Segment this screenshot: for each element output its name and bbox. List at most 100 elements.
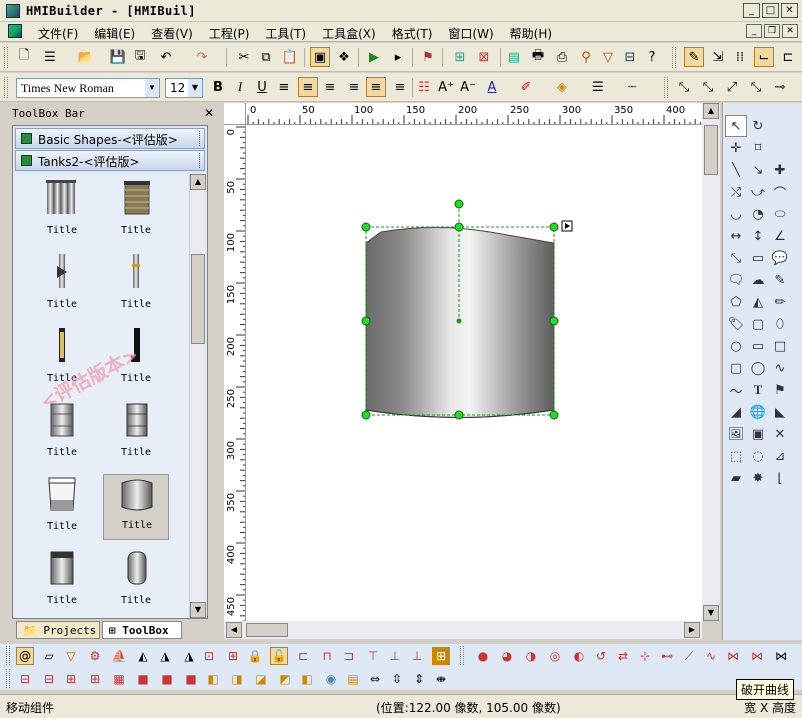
select-mode-icon[interactable]: ⇲	[708, 47, 728, 67]
scroll-thumb[interactable]	[191, 254, 205, 344]
pointer-icon[interactable]: ↖	[725, 115, 747, 137]
order-6-icon[interactable]: ■	[134, 670, 152, 688]
arrow-line-icon[interactable]: ↘	[747, 159, 769, 181]
resize-handle[interactable]	[361, 222, 371, 232]
menu-window[interactable]: 窗口(W)	[440, 25, 501, 42]
document-icon[interactable]	[8, 24, 22, 38]
close-button[interactable]: ✕	[781, 3, 798, 18]
pin-icon[interactable]: ◣	[769, 401, 791, 423]
align-icon[interactable]: ⊏	[778, 47, 798, 67]
shape-rect-icon[interactable]: ▱	[40, 647, 58, 665]
order-icon[interactable]: ⊟	[16, 670, 34, 688]
unlock-icon[interactable]: 🔓	[270, 647, 288, 665]
toolbox-item[interactable]: Title	[29, 178, 95, 244]
scroll-down-icon[interactable]: ▼	[190, 602, 206, 618]
smooth-icon[interactable]: ⋈	[724, 647, 742, 665]
new-file-icon[interactable]: 🗋	[14, 47, 34, 67]
align-right-icon[interactable]: ⊐	[340, 647, 358, 665]
cloud-icon[interactable]: ☁	[747, 269, 769, 291]
arc-open-icon[interactable]: ◡	[725, 203, 747, 225]
line-style-icon[interactable]: ┄	[622, 77, 642, 97]
ungroup-icon[interactable]: ⊞	[224, 647, 242, 665]
backward-icon[interactable]: ◩	[276, 670, 294, 688]
fill-color-icon[interactable]: ◈	[552, 77, 572, 97]
doc-restore-button[interactable]: ❐	[764, 24, 780, 38]
menu-tools[interactable]: 工具(T)	[257, 25, 314, 42]
valign-bottom-icon[interactable]: ≡	[366, 77, 386, 97]
doc-minimize-button[interactable]: _	[746, 24, 762, 38]
subtract-icon[interactable]: ◕	[498, 647, 516, 665]
filter-icon[interactable]: ▽	[598, 47, 618, 67]
scroll-thumb[interactable]	[246, 623, 288, 637]
align-top-icon[interactable]: ⊤	[364, 647, 382, 665]
dimension-v-icon[interactable]: ↕	[747, 225, 769, 247]
run-debug-icon[interactable]: ▸	[388, 47, 408, 67]
close-shape-icon[interactable]: ✕	[769, 423, 791, 445]
lasso-icon[interactable]: ◌	[747, 445, 769, 467]
copy-icon[interactable]: ⧉	[256, 47, 276, 67]
toolbox-item-selected[interactable]: Title	[103, 474, 169, 540]
align-left-icon[interactable]: ⊏	[294, 647, 312, 665]
undo-icon[interactable]: ↶	[156, 47, 176, 67]
arc-icon[interactable]: ⌒	[769, 181, 791, 203]
menu-help[interactable]: 帮助(H)	[502, 25, 560, 42]
gear-icon[interactable]: ⚙	[86, 647, 104, 665]
justify-icon[interactable]: ≡	[344, 77, 364, 97]
polyline-icon[interactable]: ⤭	[725, 181, 747, 203]
center-handle[interactable]	[456, 318, 462, 324]
size-dropdown-icon[interactable]: ▼	[188, 79, 202, 97]
drawing-canvas[interactable]	[246, 125, 702, 621]
tab-toolbox[interactable]: ⊞ ToolBox	[102, 621, 182, 639]
node-icon[interactable]: ⌑	[747, 137, 769, 159]
shape-icon[interactable]: ◭	[747, 291, 769, 313]
resize-handle[interactable]	[361, 316, 371, 326]
menu-file[interactable]: 文件(F)	[30, 25, 86, 42]
menu-project[interactable]: 工程(P)	[201, 25, 258, 42]
bottom-toolbar-grip-3[interactable]	[6, 669, 10, 688]
node-add-icon[interactable]: ⊹	[636, 647, 654, 665]
distribute-icon[interactable]: ⇕	[410, 670, 428, 688]
symmetric-icon[interactable]: ⋈	[748, 647, 766, 665]
callout-icon[interactable]: 💬	[769, 247, 791, 269]
globe-icon[interactable]: 🌐	[747, 401, 769, 423]
snap-grid-icon[interactable]: ⌙	[754, 47, 774, 67]
corner-icon[interactable]: ⌊	[769, 467, 791, 489]
category-basic-shapes[interactable]: Basic Shapes-<评估版>	[15, 128, 205, 149]
square-icon[interactable]: □	[769, 335, 791, 357]
menu-format[interactable]: 格式(T)	[384, 25, 441, 42]
export-icon[interactable]: ⚑	[418, 47, 438, 67]
connector-5-icon[interactable]: ⊸	[770, 77, 790, 97]
same-size-icon[interactable]: ⊞	[432, 647, 450, 665]
scroll-thumb[interactable]	[704, 125, 718, 175]
circle-2-icon[interactable]: ◯	[747, 357, 769, 379]
dimension-h-icon[interactable]: ↔	[725, 225, 747, 247]
grid-icon[interactable]: ⁞⁞	[730, 47, 750, 67]
bezier-icon[interactable]: ∿	[769, 357, 791, 379]
order-3-icon[interactable]: ⊞	[62, 670, 80, 688]
group-icon[interactable]: ⊡	[200, 647, 218, 665]
resize-handle[interactable]	[454, 222, 464, 232]
rounded-square-icon[interactable]: ▢	[725, 357, 747, 379]
resize-handle[interactable]	[454, 410, 464, 420]
transform-icon[interactable]: ⇄	[614, 647, 632, 665]
toolbox-item[interactable]: Title	[29, 400, 95, 466]
union-icon[interactable]: ●	[474, 647, 492, 665]
menu-edit[interactable]: 编辑(E)	[86, 25, 143, 42]
toolbox-item[interactable]: Title	[103, 548, 169, 614]
line-icon[interactable]: ╲	[725, 159, 747, 181]
select-rect-icon[interactable]: ⬚	[725, 445, 747, 467]
ellipse-icon[interactable]: ⬭	[769, 203, 791, 225]
toolbox-scrollbar[interactable]: ▲ ▼	[189, 174, 206, 618]
toolbox-item[interactable]: Title	[103, 252, 169, 318]
scroll-up-icon[interactable]: ▲	[703, 103, 719, 119]
layer-2-icon[interactable]: ◉	[322, 670, 340, 688]
network-icon[interactable]: ⊟	[620, 47, 640, 67]
bring-front-icon[interactable]: ◧	[204, 670, 222, 688]
database-icon[interactable]: ▤	[504, 47, 524, 67]
frame-icon[interactable]: ▭	[747, 247, 769, 269]
forward-icon[interactable]: ◪	[252, 670, 270, 688]
toolbox-item[interactable]: Title	[103, 400, 169, 466]
flip-icon[interactable]: ◮	[156, 647, 174, 665]
bullets-icon[interactable]: ☷	[414, 77, 434, 97]
lamp-icon[interactable]: ⚲	[576, 47, 596, 67]
